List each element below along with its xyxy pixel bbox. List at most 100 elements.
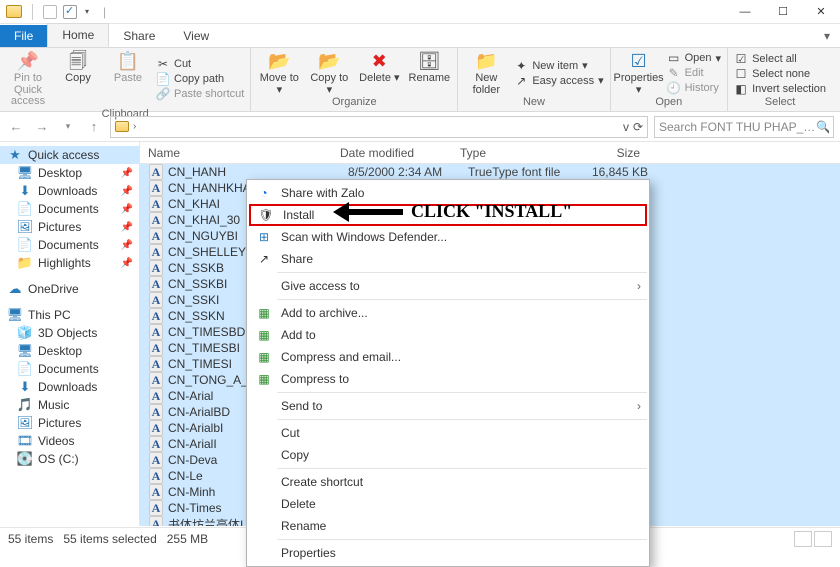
details-view-button[interactable]	[794, 531, 812, 547]
cm-add-to[interactable]: ▦Add to	[249, 324, 647, 346]
cm-compress-email[interactable]: ▦Compress and email...	[249, 346, 647, 368]
open-button[interactable]: ▭Open ▾	[667, 51, 721, 65]
cm-rename[interactable]: Rename	[249, 515, 647, 537]
cut-icon: ✂	[156, 57, 170, 71]
qat-slot[interactable]	[43, 5, 57, 19]
sidebar-item[interactable]: 🧊3D Objects	[0, 324, 139, 342]
font-file-icon	[148, 341, 164, 356]
divider	[32, 4, 33, 20]
select-all-button[interactable]: ☑Select all	[734, 52, 826, 66]
cm-share[interactable]: ↗Share	[249, 248, 647, 270]
paste-shortcut-button[interactable]: 🔗Paste shortcut	[156, 87, 244, 101]
column-headers[interactable]: Name Date modified Type Size	[140, 142, 840, 164]
sidebar-this-pc[interactable]: 🖥This PC	[0, 306, 139, 324]
column-date[interactable]: Date modified	[340, 146, 460, 160]
column-size[interactable]: Size	[580, 146, 650, 160]
sidebar-item[interactable]: 📄Documents📌	[0, 200, 139, 218]
shortcut-icon: 🔗	[156, 87, 170, 101]
file-type: TrueType font file	[468, 165, 588, 179]
sidebar-item[interactable]: ⬇Downloads📌	[0, 182, 139, 200]
pin-to-quick-access-button[interactable]: 📌Pin to Quick access	[6, 50, 50, 108]
maximize-button[interactable]: ☐	[764, 0, 802, 24]
tab-view[interactable]: View	[169, 25, 223, 47]
sidebar-item[interactable]: 📄Documents	[0, 360, 139, 378]
minimize-button[interactable]: —	[726, 0, 764, 24]
back-button[interactable]: ←	[6, 117, 26, 137]
ribbon-collapse-icon[interactable]: ▾	[814, 25, 840, 47]
new-item-button[interactable]: ✦New item ▾	[514, 59, 603, 73]
history-icon: 🕘	[667, 81, 681, 95]
cm-delete[interactable]: Delete	[249, 493, 647, 515]
ribbon: 📌Pin to Quick access 🗐Copy 📋Paste ✂Cut 📄…	[0, 48, 840, 112]
forward-button[interactable]: →	[32, 117, 52, 137]
new-folder-button[interactable]: 📁New folder	[464, 50, 508, 96]
new-item-icon: ✦	[514, 59, 528, 73]
address-bar[interactable]: › v ⟳	[110, 116, 648, 138]
separator	[277, 539, 647, 540]
cm-share-zalo[interactable]: ◔Share with Zalo	[249, 182, 647, 204]
cut-button[interactable]: ✂Cut	[156, 57, 244, 71]
path-icon: 📄	[156, 72, 170, 86]
tiles-view-button[interactable]	[814, 531, 832, 547]
cm-give-access[interactable]: Give access to›	[249, 275, 647, 297]
select-none-button[interactable]: ☐Select none	[734, 67, 826, 81]
sidebar-quick-access[interactable]: ★Quick access	[0, 146, 139, 164]
chevron-down-icon[interactable]: ▾	[85, 7, 89, 16]
cm-send-to[interactable]: Send to›	[249, 395, 647, 417]
properties-button[interactable]: ☑Properties ▾	[617, 50, 661, 96]
separator	[277, 299, 647, 300]
cm-cut[interactable]: Cut	[249, 422, 647, 444]
sidebar-onedrive[interactable]: ☁OneDrive	[0, 280, 139, 298]
rename-button[interactable]: 🗄Rename	[407, 50, 451, 85]
sidebar-item[interactable]: 🖥Desktop	[0, 342, 139, 360]
copy-button[interactable]: 🗐Copy	[56, 50, 100, 85]
history-button[interactable]: 🕘History	[667, 81, 721, 95]
recent-locations-button[interactable]: ▾	[58, 117, 78, 137]
table-row[interactable]: CN_HANH8/5/2000 2:34 AMTrueType font fil…	[140, 164, 840, 180]
sidebar-item[interactable]: 📁Highlights📌	[0, 254, 139, 272]
search-input[interactable]: Search FONT THU PHAP_TIEN… 🔍	[654, 116, 834, 138]
qat-checkbox[interactable]	[63, 5, 77, 19]
cm-install[interactable]: 🛡Install	[249, 204, 647, 226]
search-placeholder: Search FONT THU PHAP_TIEN…	[659, 120, 816, 134]
sidebar-item[interactable]: 🖥Desktop📌	[0, 164, 139, 182]
cm-compress-to[interactable]: ▦Compress to	[249, 368, 647, 390]
font-file-icon	[148, 373, 164, 388]
move-to-button[interactable]: 📂Move to ▾	[257, 50, 301, 96]
cm-add-archive[interactable]: ▦Add to archive...	[249, 302, 647, 324]
tab-home[interactable]: Home	[47, 23, 109, 47]
font-file-icon	[148, 213, 164, 228]
sidebar-item[interactable]: 📄Documents📌	[0, 236, 139, 254]
item-icon: 🎞	[18, 434, 32, 448]
cm-defender[interactable]: ⊞Scan with Windows Defender...	[249, 226, 647, 248]
chevron-right-icon[interactable]: ›	[133, 121, 136, 132]
copy-to-button[interactable]: 📂Copy to ▾	[307, 50, 351, 96]
cm-copy[interactable]: Copy	[249, 444, 647, 466]
cm-create-shortcut[interactable]: Create shortcut	[249, 471, 647, 493]
address-dropdown-button[interactable]: v	[623, 120, 629, 134]
delete-button[interactable]: ✖Delete ▾	[357, 50, 401, 85]
column-name[interactable]: Name	[140, 146, 340, 160]
sidebar-item[interactable]: 🖼Pictures	[0, 414, 139, 432]
sidebar-item[interactable]: 💽OS (C:)	[0, 450, 139, 468]
paste-button[interactable]: 📋Paste	[106, 50, 150, 85]
invert-selection-button[interactable]: ◧Invert selection	[734, 82, 826, 96]
defender-icon: ⊞	[255, 230, 273, 244]
up-button[interactable]: ↑	[84, 117, 104, 137]
easy-access-button[interactable]: ↗Easy access ▾	[514, 74, 603, 88]
sidebar-item[interactable]: ⬇Downloads	[0, 378, 139, 396]
tab-file[interactable]: File	[0, 25, 47, 47]
close-button[interactable]: ✕	[802, 0, 840, 24]
edit-button[interactable]: ✎Edit	[667, 66, 721, 80]
sidebar-item[interactable]: 🎵Music	[0, 396, 139, 414]
column-type[interactable]: Type	[460, 146, 580, 160]
tab-share[interactable]: Share	[109, 25, 169, 47]
cm-properties[interactable]: Properties	[249, 542, 647, 564]
copy-path-button[interactable]: 📄Copy path	[156, 72, 244, 86]
pin-icon: 📌	[121, 222, 133, 233]
ribbon-tabs: File Home Share View ▾	[0, 24, 840, 48]
font-file-icon	[148, 165, 164, 180]
refresh-button[interactable]: ⟳	[633, 120, 643, 134]
sidebar-item[interactable]: 🖼Pictures📌	[0, 218, 139, 236]
sidebar-item[interactable]: 🎞Videos	[0, 432, 139, 450]
